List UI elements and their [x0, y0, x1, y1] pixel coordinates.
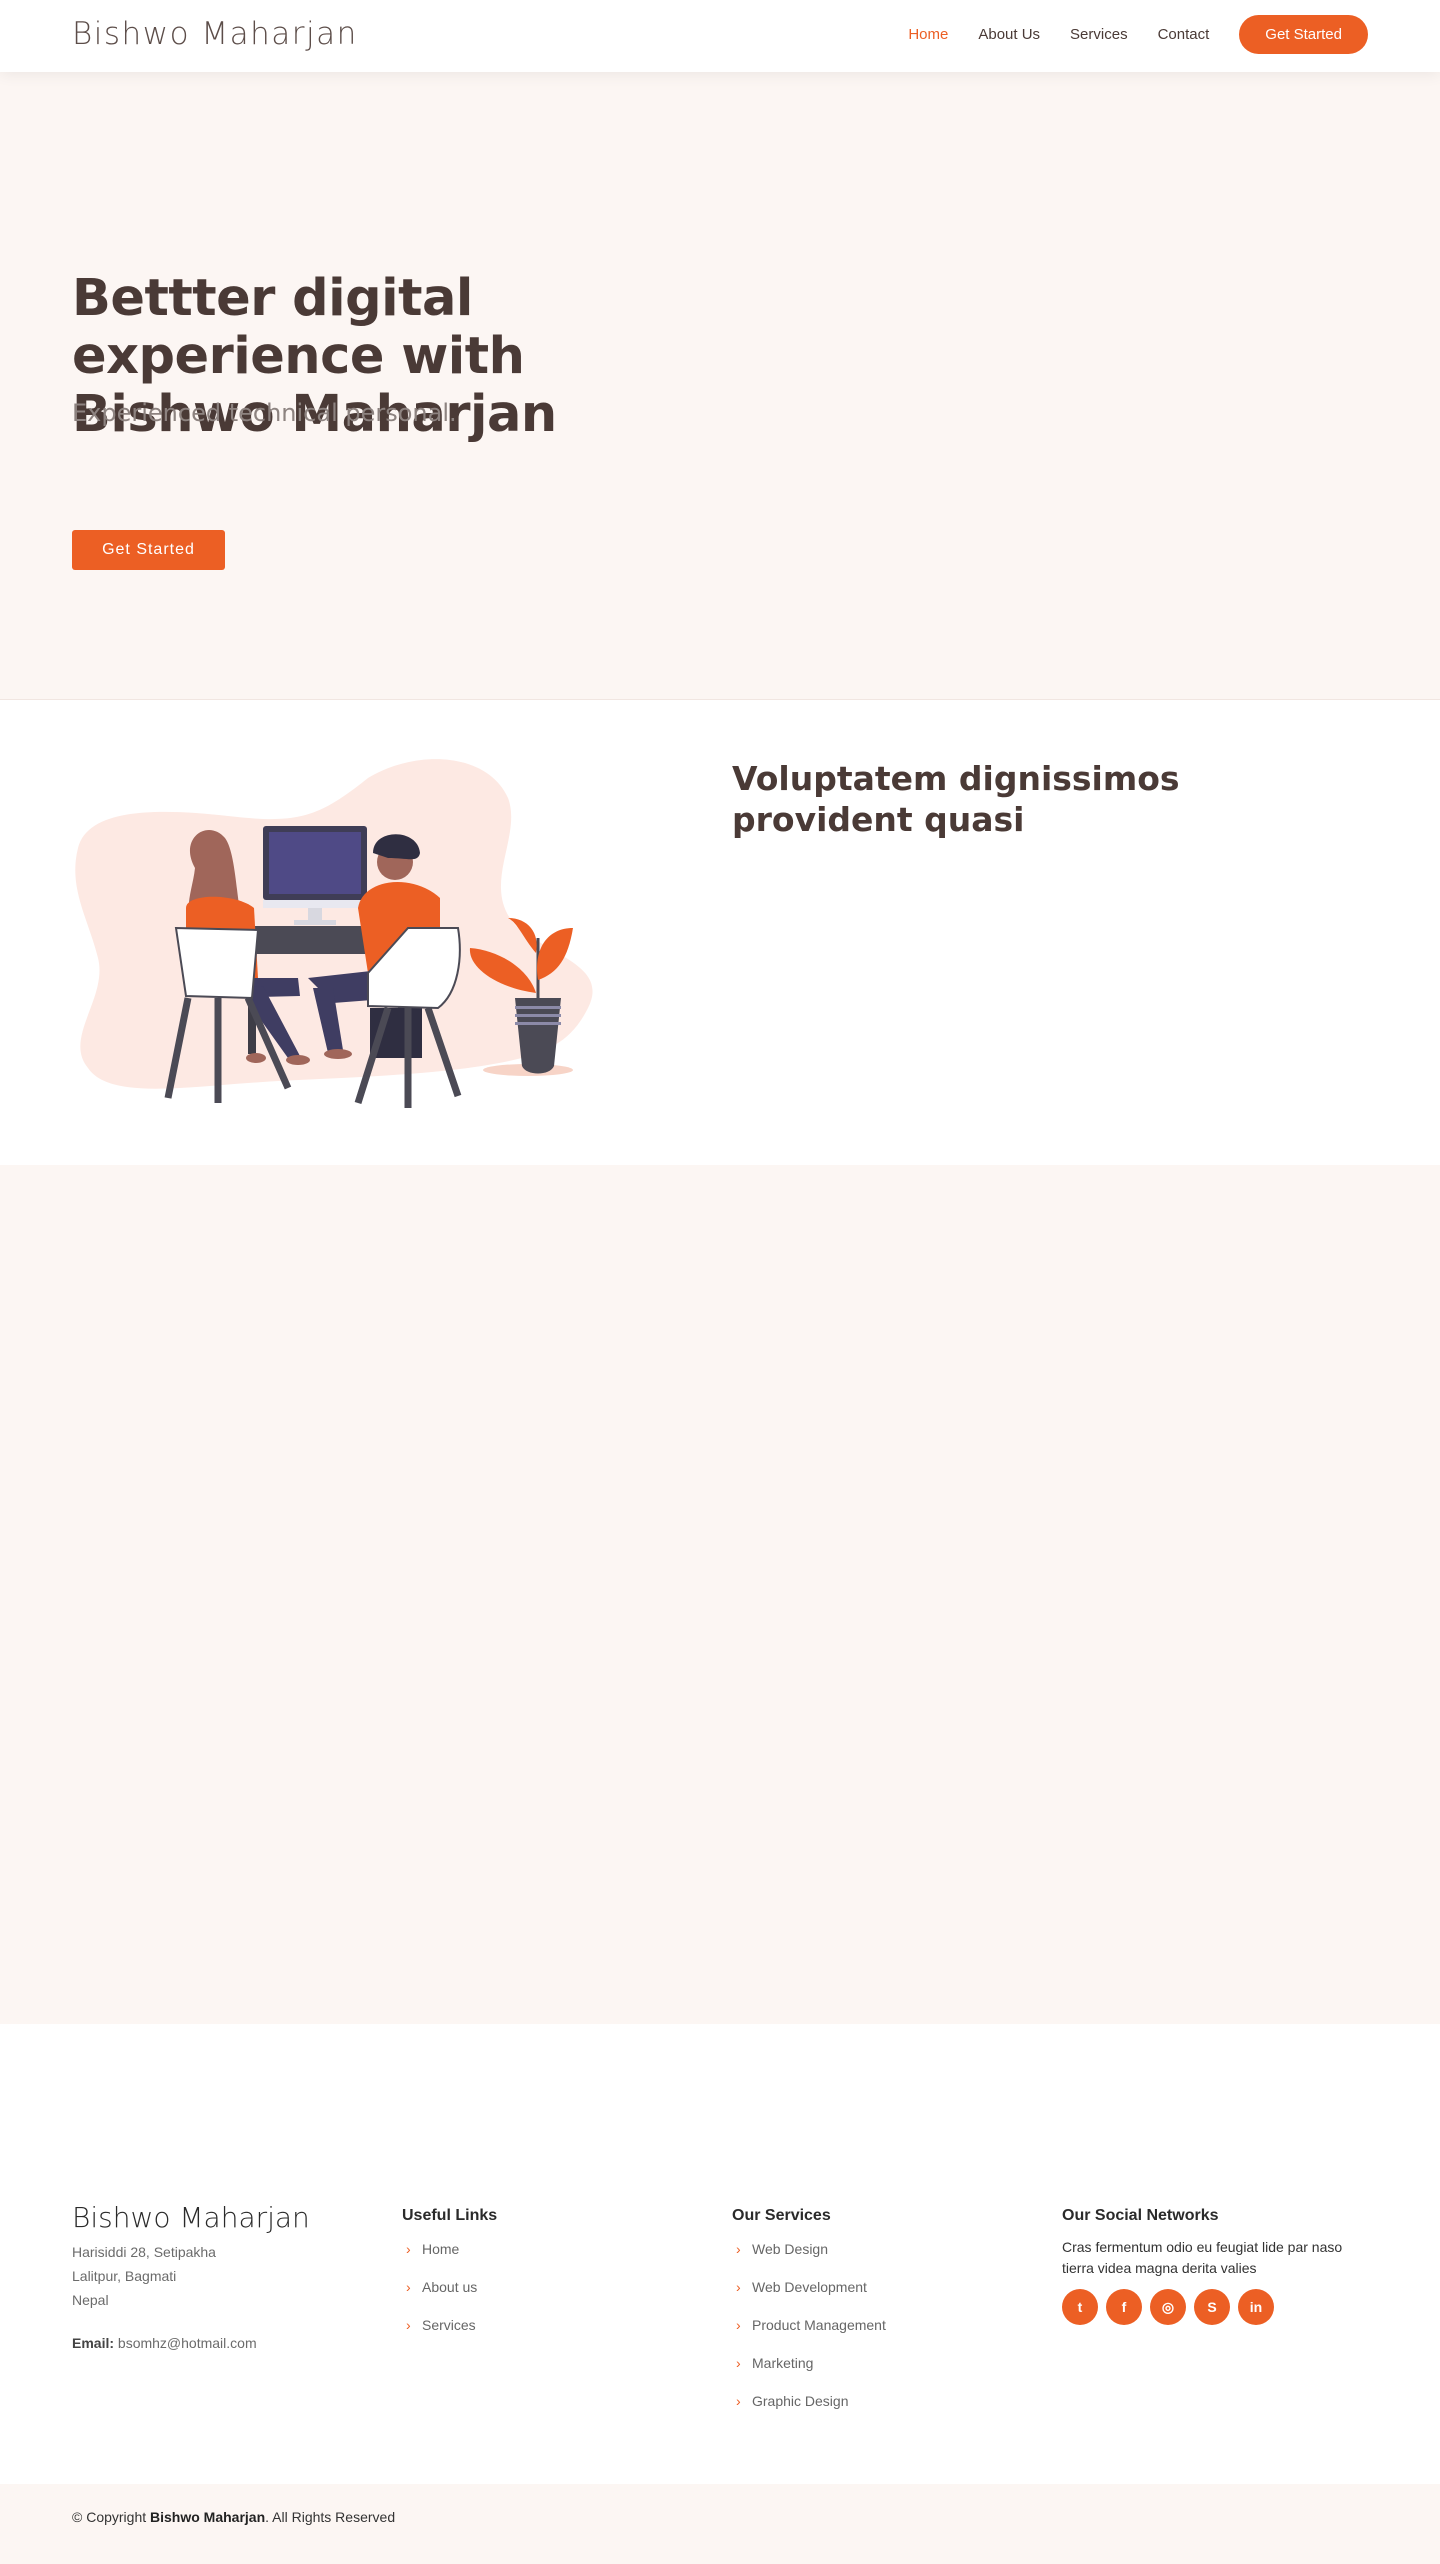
service-link-web-design[interactable]: › Web Design — [732, 2241, 1032, 2279]
chevron-right-icon: › — [406, 2279, 411, 2295]
about-title: Voluptatem dignissimos provident quasi — [732, 759, 1180, 839]
chevron-right-icon: › — [736, 2317, 741, 2333]
hero-get-started-button[interactable]: Get Started — [72, 530, 225, 570]
site-logo[interactable]: Bishwo Maharjan — [72, 16, 358, 52]
link-label: Graphic Design — [752, 2393, 849, 2409]
nav-home[interactable]: Home — [908, 26, 948, 43]
linkedin-icon[interactable]: in — [1238, 2289, 1274, 2325]
copyright-name: Bishwo Maharjan — [150, 2509, 266, 2525]
services-section — [0, 1165, 1440, 2024]
social-icons: t f ◎ S in — [1062, 2289, 1372, 2325]
nav-services[interactable]: Services — [1070, 26, 1128, 43]
service-link-graphic-design[interactable]: › Graphic Design — [732, 2393, 1032, 2431]
address-line: Nepal — [72, 2292, 109, 2308]
site-footer: Bishwo Maharjan Harisiddi 28, Setipakha … — [0, 2024, 1440, 2564]
our-services-title: Our Services — [732, 2207, 831, 2224]
footer-link-home[interactable]: › Home — [402, 2241, 702, 2279]
social-description: Cras fermentum odio eu feugiat lide par … — [1062, 2239, 1343, 2276]
address-line: Lalitpur, Bagmati — [72, 2268, 177, 2284]
chevron-right-icon: › — [736, 2279, 741, 2295]
hero-subtitle: Experienced technical personal. — [72, 399, 457, 427]
link-label: Product Management — [752, 2317, 886, 2333]
link-label: Web Development — [752, 2279, 867, 2295]
social-title: Our Social Networks — [1062, 2207, 1219, 2224]
link-label: About us — [422, 2279, 478, 2295]
service-link-product-management[interactable]: › Product Management — [732, 2317, 1032, 2355]
hero-section: Bettter digital experience with Bishwo M… — [0, 72, 1440, 700]
header-get-started-button[interactable]: Get Started — [1239, 15, 1368, 54]
footer-social: Our Social Networks Cras fermentum odio … — [1062, 2199, 1372, 2325]
twitter-icon[interactable]: t — [1062, 2289, 1098, 2325]
address-line: Harisiddi 28, Setipakha — [72, 2244, 216, 2260]
copyright: © Copyright Bishwo Maharjan. All Rights … — [72, 2509, 395, 2525]
link-label: Marketing — [752, 2355, 814, 2371]
about-section: Voluptatem dignissimos provident quasi — [0, 700, 1440, 1165]
link-label: Web Design — [752, 2241, 829, 2257]
footer-top: Bishwo Maharjan Harisiddi 28, Setipakha … — [0, 2024, 1440, 2484]
chevron-right-icon: › — [406, 2317, 411, 2333]
team-working-illustration — [75, 759, 593, 1108]
chevron-right-icon: › — [736, 2393, 741, 2409]
footer-address: Harisiddi 28, Setipakha Lalitpur, Bagmat… — [72, 2240, 372, 2312]
footer-link-about[interactable]: › About us — [402, 2279, 702, 2317]
footer-link-services[interactable]: › Services — [402, 2317, 702, 2355]
service-link-web-development[interactable]: › Web Development — [732, 2279, 1032, 2317]
footer-services: Our Services › Web Design › Web Developmen… — [732, 2199, 1032, 2431]
site-header: Bishwo Maharjan Home About Us Services C… — [0, 0, 1440, 72]
email-label: Email: — [72, 2335, 115, 2351]
chevron-right-icon: › — [736, 2355, 741, 2371]
main-nav: Home About Us Services Contact Get Start… — [878, 15, 1368, 54]
chevron-right-icon: › — [736, 2241, 741, 2257]
copyright-suffix: . All Rights Reserved — [265, 2509, 396, 2525]
footer-email: Email: bsomhz@hotmail.com — [72, 2335, 372, 2351]
link-label: Home — [422, 2241, 460, 2257]
copyright-prefix: © Copyright — [72, 2509, 147, 2525]
instagram-icon[interactable]: ◎ — [1150, 2289, 1186, 2325]
email-value[interactable]: bsomhz@hotmail.com — [118, 2335, 257, 2351]
facebook-icon[interactable]: f — [1106, 2289, 1142, 2325]
footer-useful-links: Useful Links › Home › About us › Services — [402, 2199, 702, 2355]
useful-links-title: Useful Links — [402, 2207, 498, 2224]
link-label: Services — [422, 2317, 476, 2333]
footer-bottom: © Copyright Bishwo Maharjan. All Rights … — [0, 2484, 1440, 2564]
footer-contact: Bishwo Maharjan Harisiddi 28, Setipakha … — [72, 2199, 372, 2351]
service-link-marketing[interactable]: › Marketing — [732, 2355, 1032, 2393]
skype-icon[interactable]: S — [1194, 2289, 1230, 2325]
nav-about-us[interactable]: About Us — [978, 26, 1040, 43]
nav-contact[interactable]: Contact — [1158, 26, 1210, 43]
footer-brand: Bishwo Maharjan — [72, 2201, 310, 2234]
chevron-right-icon: › — [406, 2241, 411, 2257]
